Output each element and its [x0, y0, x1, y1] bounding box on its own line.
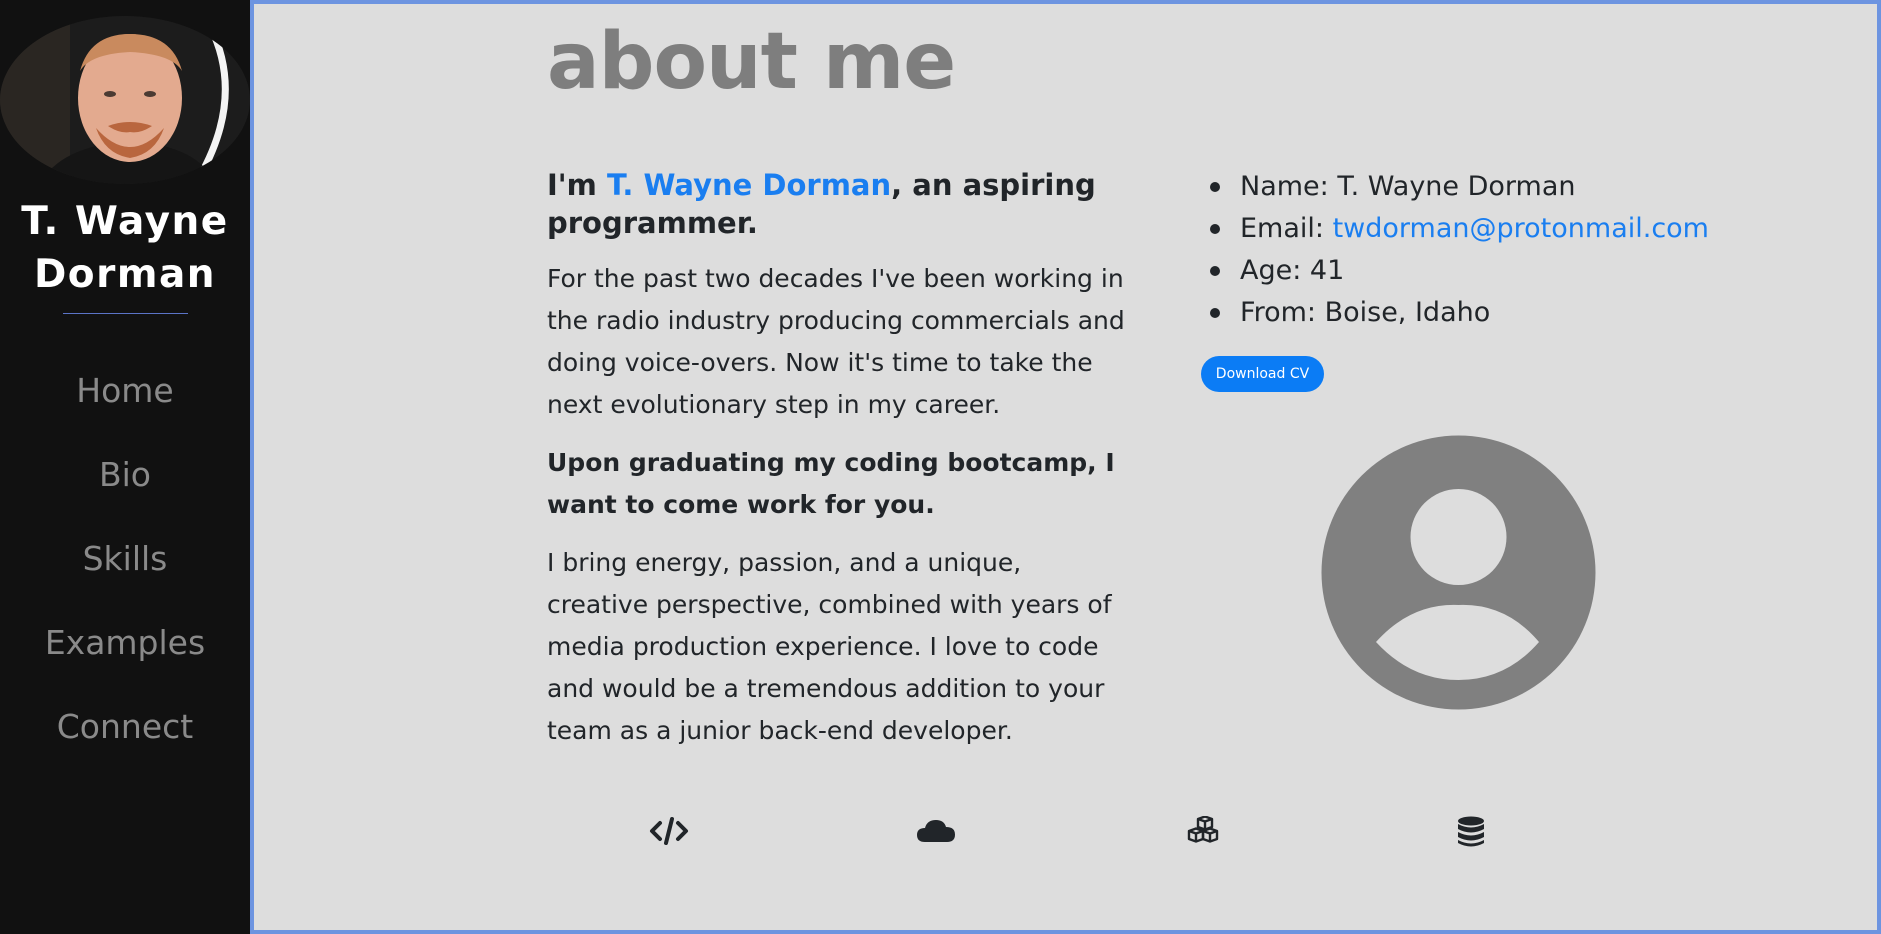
intro-prefix: I'm — [547, 168, 607, 202]
cloud-icon — [916, 816, 956, 846]
sidebar-divider — [63, 313, 188, 314]
personal-info-list: Name: T. Wayne Dorman Email: twdorman@pr… — [1200, 166, 1709, 334]
intro-name-link[interactable]: T. Wayne Dorman — [607, 168, 891, 202]
info-age-label: Age: — [1240, 255, 1310, 286]
nav-item-home[interactable]: Home — [0, 363, 250, 447]
user-placeholder-icon — [1321, 435, 1596, 710]
info-name-label: Name: — [1240, 171, 1338, 202]
site-name: T. Wayne Dorman — [0, 195, 250, 301]
about-section: about me I'm T. Wayne Dorman, an aspirin… — [250, 0, 1881, 934]
info-email: Email: twdorman@protonmail.com — [1200, 208, 1709, 250]
nav-item-skills[interactable]: Skills — [0, 531, 250, 615]
download-cv-button[interactable]: Download CV — [1201, 356, 1324, 392]
info-from: From: Boise, Idaho — [1200, 292, 1709, 334]
avatar — [0, 16, 250, 184]
info-from-label: From: — [1240, 297, 1325, 328]
database-icon — [1457, 816, 1485, 848]
info-email-label: Email: — [1240, 213, 1333, 244]
info-name: Name: T. Wayne Dorman — [1200, 166, 1709, 208]
info-name-value: T. Wayne Dorman — [1337, 171, 1576, 202]
intro-heading: I'm T. Wayne Dorman, an aspiring program… — [547, 166, 1127, 242]
profile-photo — [0, 16, 250, 184]
bio-paragraph-3: I bring energy, passion, and a unique, c… — [547, 548, 1112, 745]
email-link[interactable]: twdorman@protonmail.com — [1333, 213, 1709, 244]
sidebar: T. Wayne Dorman Home Bio Skills Examples… — [0, 0, 250, 934]
code-icon — [649, 816, 689, 846]
site-name-line2: Dorman — [33, 252, 217, 297]
bio-paragraph-1: For the past two decades I've been worki… — [547, 264, 1125, 419]
sidebar-nav: Home Bio Skills Examples Connect — [0, 363, 250, 783]
page-title: about me — [547, 17, 956, 107]
info-from-value: Boise, Idaho — [1324, 297, 1491, 328]
cubes-icon — [1185, 816, 1221, 846]
info-age: Age: 41 — [1200, 250, 1709, 292]
nav-item-bio[interactable]: Bio — [0, 447, 250, 531]
site-name-line1: T. Wayne — [21, 199, 229, 244]
nav-item-connect[interactable]: Connect — [0, 699, 250, 783]
bio-paragraph-2: Upon graduating my coding bootcamp, I wa… — [547, 448, 1115, 519]
info-age-value: 41 — [1309, 255, 1345, 286]
nav-item-examples[interactable]: Examples — [0, 615, 250, 699]
